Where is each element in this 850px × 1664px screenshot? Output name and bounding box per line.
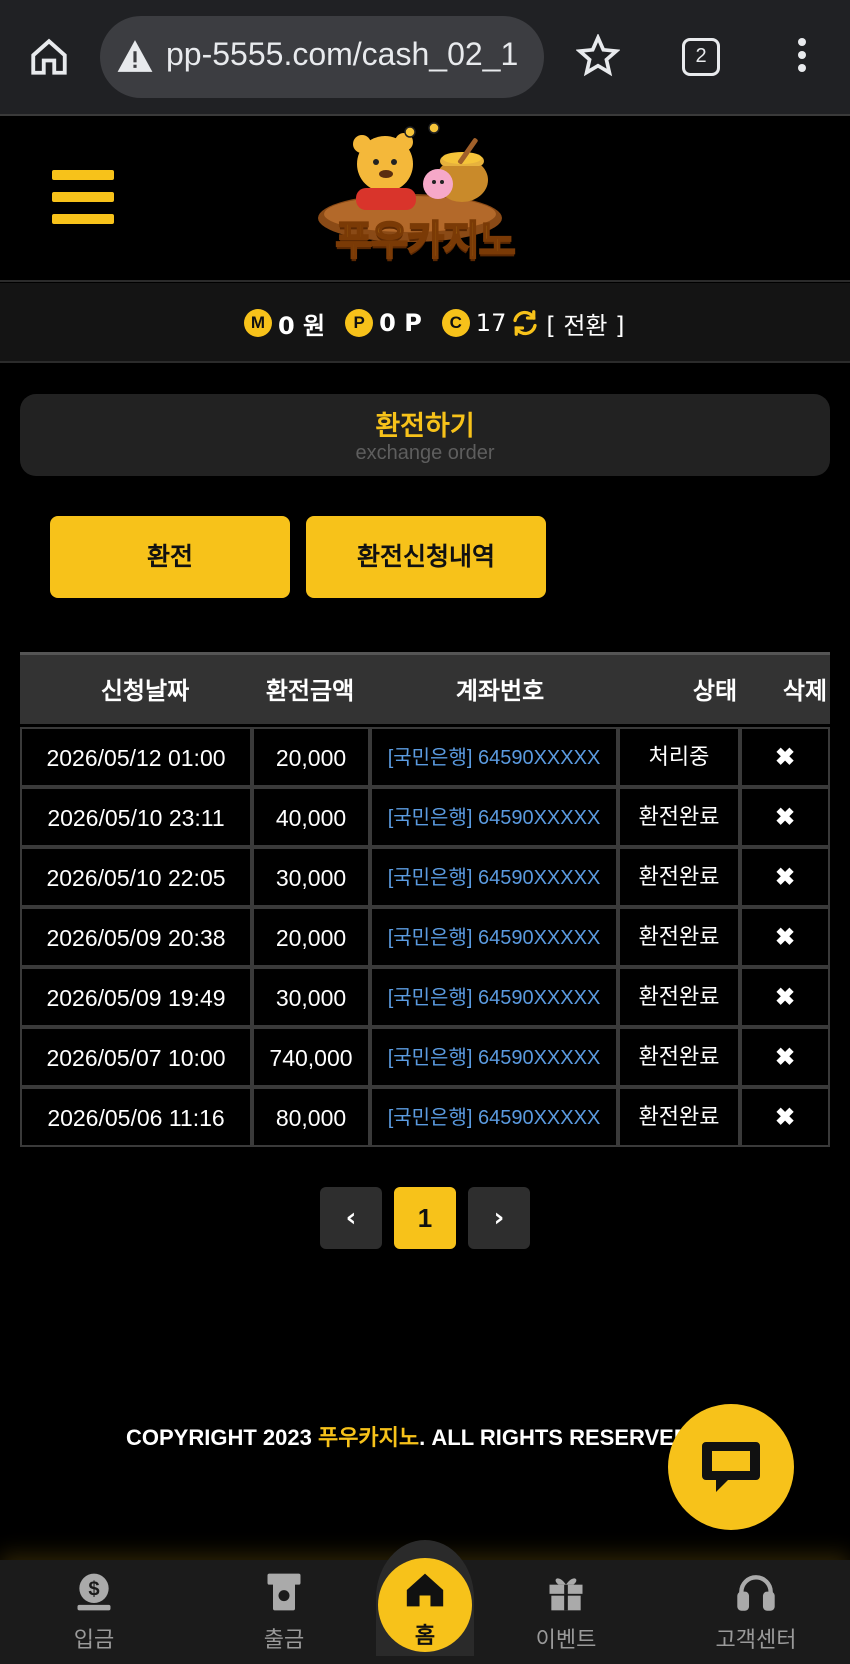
column-header-date: 신청날짜 xyxy=(100,677,190,705)
cell-date: 2026/05/10 23:11 xyxy=(20,787,252,847)
gift-icon xyxy=(549,1578,583,1611)
point-coin-icon: P xyxy=(345,309,374,337)
cell-status: 처리중 xyxy=(618,727,740,787)
table-row: 2026/05/09 20:38 20,000 [국민은행] 64590XXXXX 환… xyxy=(20,907,830,967)
cell-status: 환전완료 xyxy=(618,1087,740,1147)
nav-event[interactable]: 이벤트 xyxy=(506,1560,626,1664)
copyright-suffix: . ALL RIGHTS RESERVED xyxy=(419,1425,690,1450)
cell-account[interactable]: [국민은행] 64590XXXXX xyxy=(370,907,618,967)
nav-event-label: 이벤트 xyxy=(535,1628,597,1653)
table-row: 2026/05/07 10:00 740,000 [국민은행] 64590XXXXX… xyxy=(20,1027,830,1087)
chat-bubble-icon xyxy=(702,1442,760,1492)
page-subtitle: exchange order xyxy=(355,442,495,464)
tab-switcher-button[interactable]: 2 xyxy=(682,38,720,76)
delete-row-button[interactable]: ✖ xyxy=(740,907,830,967)
cell-account[interactable]: [국민은행] 64590XXXXX xyxy=(370,787,618,847)
cell-date: 2026/05/09 20:38 xyxy=(20,907,252,967)
money-balance: 0 원 xyxy=(278,311,326,340)
table-header: 신청날짜 환전금액 계좌번호 상태 삭제 xyxy=(20,652,830,724)
live-chat-button[interactable] xyxy=(668,1404,794,1530)
logo-text: 푸우카지노 xyxy=(335,217,517,265)
hamburger-menu-icon[interactable] xyxy=(52,170,114,226)
delete-row-button[interactable]: ✖ xyxy=(740,967,830,1027)
cell-status: 환전완료 xyxy=(618,787,740,847)
cell-status: 환전완료 xyxy=(618,1027,740,1087)
delete-row-button[interactable]: ✖ xyxy=(740,787,830,847)
cell-amount: 740,000 xyxy=(252,1027,370,1087)
cell-amount: 20,000 xyxy=(252,727,370,787)
table-row: 2026/05/06 11:16 80,000 [국민은행] 64590XXXXX 환… xyxy=(20,1087,830,1147)
cell-date: 2026/05/10 22:05 xyxy=(20,847,252,907)
cell-date: 2026/05/09 19:49 xyxy=(20,967,252,1027)
cell-account[interactable]: [국민은행] 64590XXXXX xyxy=(370,967,618,1027)
cell-amount: 20,000 xyxy=(252,907,370,967)
nav-support-label: 고객센터 xyxy=(715,1628,797,1653)
coin-balance: 17 xyxy=(475,309,507,337)
delete-row-button[interactable]: ✖ xyxy=(740,1087,830,1147)
refresh-icon[interactable] xyxy=(510,308,540,338)
headset-icon xyxy=(737,1575,775,1611)
nav-deposit[interactable]: $ 입금 xyxy=(34,1560,154,1664)
nav-withdraw[interactable]: 출금 xyxy=(224,1560,344,1664)
delete-row-button[interactable]: ✖ xyxy=(740,727,830,787)
cell-date: 2026/05/12 01:00 xyxy=(20,727,252,787)
cell-amount: 40,000 xyxy=(252,787,370,847)
cell-date: 2026/05/07 10:00 xyxy=(20,1027,252,1087)
home-icon xyxy=(406,1573,444,1607)
casino-coin-icon: C xyxy=(441,309,470,337)
table-row: 2026/05/10 23:11 40,000 [국민은행] 64590XXXXX 환… xyxy=(20,787,830,847)
table-row: 2026/05/10 22:05 30,000 [국민은행] 64590XXXXX 환… xyxy=(20,847,830,907)
table-row: 2026/05/09 19:49 30,000 [국민은행] 64590XXXXX 환… xyxy=(20,967,830,1027)
cell-status: 환전완료 xyxy=(618,907,740,967)
atm-icon xyxy=(267,1573,301,1611)
address-bar[interactable]: pp-5555.com/cash_02_1 xyxy=(100,16,544,98)
page-title-box: 환전하기 exchange order xyxy=(20,394,830,476)
warning-icon[interactable] xyxy=(116,38,154,74)
delete-row-button[interactable]: ✖ xyxy=(740,1027,830,1087)
site-logo[interactable]: 푸우카지노 xyxy=(300,122,550,278)
column-header-account: 계좌번호 xyxy=(455,677,545,705)
more-menu-icon[interactable] xyxy=(790,38,814,78)
cell-amount: 30,000 xyxy=(252,847,370,907)
bookmark-star-icon[interactable] xyxy=(576,34,620,78)
page-number-current[interactable]: 1 xyxy=(394,1187,456,1249)
exchange-history-button[interactable]: 환전신청내역 xyxy=(306,516,546,598)
cell-account[interactable]: [국민은행] 64590XXXXX xyxy=(370,1087,618,1147)
cell-account[interactable]: [국민은행] 64590XXXXX xyxy=(370,727,618,787)
table-row: 2026/05/12 01:00 20,000 [국민은행] 64590XXXXX 처… xyxy=(20,727,830,787)
money-coin-icon: M xyxy=(244,309,272,337)
nav-withdraw-label: 출금 xyxy=(263,1628,305,1653)
site-header: 푸우카지노 xyxy=(0,118,850,282)
cell-account[interactable]: [국민은행] 64590XXXXX xyxy=(370,1027,618,1087)
convert-button[interactable]: [ 전환 ] xyxy=(546,306,624,341)
cell-status: 환전완료 xyxy=(618,847,740,907)
cell-date: 2026/05/06 11:16 xyxy=(20,1087,252,1147)
nav-deposit-label: 입금 xyxy=(73,1628,115,1653)
point-balance: 0 P xyxy=(379,309,422,337)
nav-home-label: 홈 xyxy=(414,1624,436,1649)
column-header-delete: 삭제 xyxy=(782,677,828,705)
url-text: pp-5555.com/cash_02_1 xyxy=(166,36,519,72)
next-page-button[interactable]: › xyxy=(468,1187,530,1249)
cell-account[interactable]: [국민은행] 64590XXXXX xyxy=(370,847,618,907)
column-header-amount: 환전금액 xyxy=(265,677,355,705)
exchange-button[interactable]: 환전 xyxy=(50,516,290,598)
copyright-prefix: COPYRIGHT 2023 xyxy=(126,1425,318,1450)
cell-amount: 80,000 xyxy=(252,1087,370,1147)
cell-status: 환전완료 xyxy=(618,967,740,1027)
column-header-status: 상태 xyxy=(692,677,738,705)
prev-page-button[interactable]: ‹ xyxy=(320,1187,382,1249)
balance-bar: M 0 원 P 0 P C 17 [ 전환 ] xyxy=(0,283,850,363)
home-icon[interactable] xyxy=(28,36,70,78)
dollar-coin-icon: $ xyxy=(77,1573,111,1611)
svg-text:$: $ xyxy=(88,1579,99,1601)
delete-row-button[interactable]: ✖ xyxy=(740,847,830,907)
copyright-brand: 푸우카지노 xyxy=(317,1426,420,1451)
page-title: 환전하기 xyxy=(375,411,475,442)
nav-support[interactable]: 고객센터 xyxy=(696,1560,816,1664)
browser-toolbar: pp-5555.com/cash_02_1 2 xyxy=(0,0,850,116)
cell-amount: 30,000 xyxy=(252,967,370,1027)
